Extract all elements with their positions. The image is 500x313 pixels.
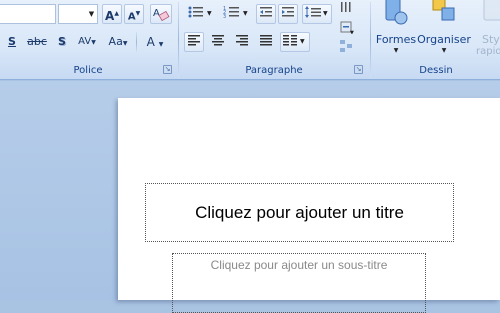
shrink-font-button[interactable]: A▼ (124, 4, 144, 24)
strikethrough-button[interactable]: abc (24, 32, 50, 52)
group-separator (370, 2, 371, 78)
shapes-button[interactable]: Formes ▼ (376, 0, 416, 60)
text-direction-button[interactable] (336, 0, 358, 16)
dialog-launcher-icon[interactable]: ↘ (163, 65, 172, 74)
chevron-down-icon: ▼ (393, 47, 399, 54)
font-color-button[interactable]: A ▼ (140, 32, 170, 52)
slide-canvas[interactable]: Cliquez pour ajouter un titre Cliquez po… (118, 98, 500, 313)
quick-styles-label-1: Styl (482, 33, 500, 46)
group-separator (178, 2, 179, 78)
align-center-icon (212, 35, 224, 46)
change-case-button[interactable]: Aa▼ (104, 32, 132, 52)
shadow-button[interactable]: S (54, 32, 70, 52)
dialog-launcher-icon[interactable]: ↘ (354, 65, 363, 74)
align-center-button[interactable] (208, 32, 228, 52)
separator (136, 32, 137, 52)
bulleted-list-icon: ▼ (188, 6, 212, 18)
shapes-icon (385, 0, 408, 25)
line-spacing-icon: ▼ (305, 6, 328, 18)
strikethrough-label: abc (27, 35, 47, 48)
align-right-icon (236, 35, 248, 46)
svg-text:▼: ▼ (243, 10, 248, 17)
bullets-button[interactable]: ▼ (184, 4, 218, 24)
svg-text:3: 3 (223, 14, 226, 19)
columns-icon: ▼ (283, 35, 305, 46)
subtitle-placeholder-text: Cliquez pour ajouter un sous-titre (210, 258, 388, 272)
increase-indent-icon (282, 7, 294, 17)
decrease-indent-button[interactable] (256, 4, 276, 24)
arrange-button[interactable]: Organiser ▼ (417, 0, 471, 60)
group-label-dessin: Dessin (419, 65, 453, 76)
justify-icon (260, 35, 272, 46)
chevron-down-icon: ▼ (441, 47, 447, 54)
smartart-button[interactable] (336, 38, 358, 54)
svg-text:A: A (153, 8, 160, 19)
svg-text:▼: ▼ (300, 38, 305, 45)
shapes-label: Formes (375, 33, 417, 46)
font-size-combo[interactable]: ▼ (58, 4, 98, 24)
font-name-combo[interactable] (0, 4, 56, 24)
justify-button[interactable] (256, 32, 276, 52)
quick-styles-button[interactable]: Styl rapid (474, 0, 500, 60)
group-label-police: Police (73, 65, 103, 76)
svg-text:▼: ▼ (323, 10, 328, 17)
increase-indent-button[interactable] (278, 4, 298, 24)
align-right-button[interactable] (232, 32, 252, 52)
underline-button[interactable]: S (4, 32, 20, 52)
grow-font-button[interactable]: A▲ (102, 4, 122, 24)
quick-styles-label-2: rapid (476, 46, 500, 57)
decrease-indent-icon (260, 7, 272, 17)
subtitle-placeholder[interactable]: Cliquez pour ajouter un sous-titre (172, 253, 426, 313)
clear-formatting-icon: A (153, 8, 170, 22)
clear-formatting-button[interactable]: A (150, 4, 172, 24)
underline-label: S (8, 35, 16, 48)
align-left-icon (188, 35, 200, 46)
arrange-icon (432, 0, 455, 21)
numbering-button[interactable]: 1 2 3 ▼ (220, 4, 254, 24)
align-text-button[interactable]: ▼ (336, 19, 358, 36)
character-spacing-label: AV (78, 36, 92, 47)
align-text-icon: ▼ (340, 21, 354, 36)
align-left-button[interactable] (184, 32, 204, 52)
title-placeholder-text: Cliquez pour ajouter un titre (195, 202, 404, 222)
numbered-list-icon: 1 2 3 ▼ (223, 6, 248, 20)
quick-styles-icon (483, 0, 500, 21)
character-spacing-button[interactable]: AV▼ (74, 32, 100, 52)
svg-text:▼: ▼ (207, 10, 212, 17)
text-direction-icon (341, 2, 351, 12)
shadow-label: S (58, 35, 66, 48)
title-placeholder[interactable]: Cliquez pour ajouter un titre (145, 183, 454, 242)
columns-button[interactable]: ▼ (280, 32, 310, 52)
chevron-down-icon[interactable]: ▼ (86, 5, 97, 23)
arrange-label: Organiser (417, 33, 471, 46)
line-spacing-button[interactable]: ▼ (302, 4, 332, 24)
svg-text:▼: ▼ (350, 30, 354, 34)
change-case-label: Aa (108, 35, 123, 48)
ribbon: ▼ A▲ A▼ A S abc S AV▼ Aa▼ A ▼ Police ↘ ▼… (0, 0, 500, 80)
group-label-paragraphe: Paragraphe (245, 65, 303, 76)
smartart-icon (340, 40, 352, 52)
font-color-label: A (146, 35, 155, 49)
